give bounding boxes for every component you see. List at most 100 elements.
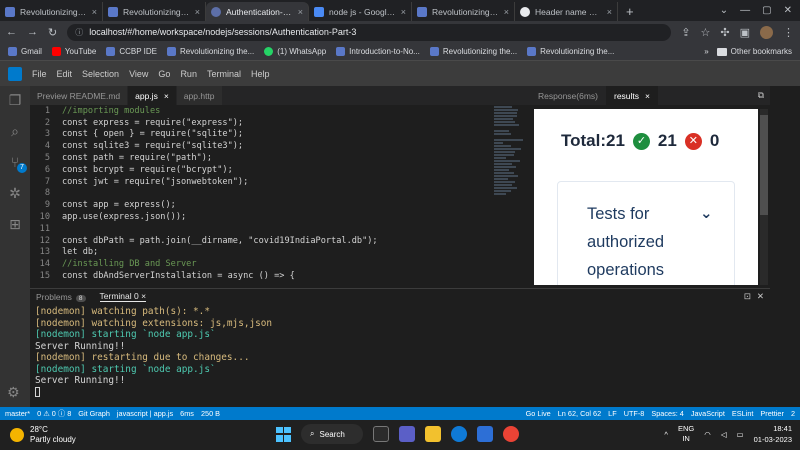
browser-tab[interactable]: Revolutionizing the × bbox=[0, 2, 103, 21]
status-item[interactable]: Ln 62, Col 62 bbox=[558, 409, 601, 418]
bookmark-item[interactable]: YouTube bbox=[51, 47, 96, 56]
chevron-down-icon[interactable]: ⌄ bbox=[700, 204, 713, 222]
bookmark-item[interactable]: Revolutionizing the... bbox=[429, 47, 517, 56]
other-bookmarks[interactable]: Other bookmarks bbox=[716, 47, 792, 56]
task-view-icon[interactable] bbox=[373, 426, 389, 442]
forward-icon[interactable]: → bbox=[27, 26, 38, 38]
taskbar-search[interactable]: ⌕ Search bbox=[301, 424, 363, 444]
bookmark-item[interactable]: (1) WhatsApp bbox=[264, 47, 326, 56]
explorer-icon[interactable]: ❐ bbox=[7, 92, 23, 108]
close-tab-icon[interactable]: × bbox=[92, 7, 97, 17]
maximize-icon[interactable]: ▢ bbox=[762, 5, 771, 16]
minimap[interactable] bbox=[490, 105, 530, 285]
menu-item[interactable]: Selection bbox=[82, 69, 119, 79]
browser-tab[interactable]: Revolutionizing the × bbox=[412, 2, 515, 21]
windows-start-icon[interactable] bbox=[276, 426, 291, 442]
terminal-prompt[interactable] bbox=[35, 386, 770, 399]
tab-search-icon[interactable]: ⌄ bbox=[720, 5, 728, 16]
address-bar[interactable]: ⓘ localhost/#/home/workspace/nodejs/sess… bbox=[67, 23, 672, 41]
status-item[interactable]: Spaces: 4 bbox=[651, 409, 683, 418]
status-item[interactable]: javascript | app.js bbox=[117, 409, 173, 418]
bookmark-item[interactable]: Revolutionizing the... bbox=[527, 47, 614, 56]
close-panel-icon[interactable]: ✕ bbox=[757, 291, 764, 302]
close-tab-icon[interactable]: × bbox=[504, 7, 509, 17]
language-indicator[interactable]: ENG IN bbox=[678, 424, 694, 444]
minimize-icon[interactable]: — bbox=[740, 5, 750, 16]
weather-widget[interactable]: 28°C Partly cloudy bbox=[0, 425, 200, 445]
clock[interactable]: 18:41 01-03-2023 bbox=[754, 423, 792, 445]
bookmark-item[interactable]: Revolutionizing the... bbox=[166, 47, 254, 56]
close-terminal-icon[interactable]: × bbox=[141, 291, 146, 301]
menu-item[interactable]: Terminal bbox=[207, 69, 241, 79]
chrome-icon[interactable] bbox=[503, 426, 519, 442]
status-item[interactable]: 250 B bbox=[201, 409, 220, 418]
share-icon[interactable]: ⇪ bbox=[681, 26, 690, 39]
close-tab-icon[interactable]: × bbox=[607, 7, 612, 17]
status-item[interactable]: ESLint bbox=[732, 409, 754, 418]
status-item[interactable]: 6ms bbox=[180, 409, 194, 418]
close-tab-icon[interactable]: × bbox=[164, 91, 169, 101]
tab-terminal[interactable]: Terminal 0 × bbox=[99, 291, 147, 302]
status-item[interactable]: Go Live bbox=[526, 409, 551, 418]
menu-item[interactable]: Run bbox=[180, 69, 197, 79]
preview-scrollbar[interactable] bbox=[760, 109, 768, 285]
volume-icon[interactable]: ◁ bbox=[721, 430, 727, 439]
preview-tab[interactable]: Response(6ms) bbox=[530, 86, 606, 105]
bookmark-item[interactable]: Introduction-to-No... bbox=[336, 47, 420, 56]
status-item[interactable]: LF bbox=[608, 409, 617, 418]
status-item[interactable]: master* bbox=[5, 409, 30, 418]
status-item[interactable]: UTF-8 bbox=[624, 409, 645, 418]
settings-gear-icon[interactable]: ⚙ bbox=[7, 384, 20, 401]
sidebar-icon[interactable]: ▣ bbox=[740, 26, 750, 39]
file-explorer-icon[interactable] bbox=[425, 426, 441, 442]
browser-tab[interactable]: Revolutionizing the × bbox=[103, 2, 206, 21]
menu-item[interactable]: Edit bbox=[57, 69, 73, 79]
split-editor-icon[interactable]: ⧉ bbox=[758, 86, 770, 105]
close-tab-icon[interactable]: × bbox=[298, 7, 303, 17]
tray-expand-icon[interactable]: ^ bbox=[664, 430, 668, 439]
scroll-thumb[interactable] bbox=[760, 115, 768, 215]
extensions-icon[interactable]: ⊞ bbox=[7, 216, 23, 232]
menu-item[interactable]: Go bbox=[158, 69, 170, 79]
search-icon[interactable]: ⌕ bbox=[7, 123, 23, 139]
tab-problems[interactable]: Problems 8 bbox=[36, 292, 86, 302]
info-icon[interactable]: ⓘ bbox=[75, 27, 83, 38]
menu-item[interactable]: View bbox=[129, 69, 148, 79]
browser-tab[interactable]: node js - Google D × bbox=[309, 2, 412, 21]
bookmark-star-icon[interactable]: ☆ bbox=[701, 26, 711, 39]
reload-icon[interactable]: ↻ bbox=[48, 26, 57, 39]
editor-tab[interactable]: app.http bbox=[176, 86, 223, 105]
bookmark-item[interactable]: Gmail bbox=[8, 47, 42, 56]
menu-item[interactable]: Help bbox=[251, 69, 270, 79]
teams-chat-icon[interactable] bbox=[399, 426, 415, 442]
bookmark-item[interactable]: CCBP IDE bbox=[106, 47, 157, 56]
new-tab-button[interactable]: + bbox=[618, 2, 642, 21]
debug-icon[interactable]: ✲ bbox=[7, 185, 23, 201]
wifi-icon[interactable]: ◠ bbox=[704, 430, 711, 439]
edge-icon[interactable] bbox=[451, 426, 467, 442]
bookmarks-more-icon[interactable]: » bbox=[704, 47, 708, 56]
menu-icon[interactable]: ⋮ bbox=[783, 26, 794, 39]
close-window-icon[interactable]: ✕ bbox=[784, 5, 792, 16]
status-item[interactable]: Prettier bbox=[760, 409, 784, 418]
status-item[interactable]: 2 bbox=[791, 409, 795, 418]
maximize-panel-icon[interactable]: ⊡ bbox=[744, 291, 751, 302]
extensions-icon[interactable]: ✣ bbox=[720, 26, 729, 39]
browser-tab[interactable]: Header name must × bbox=[515, 2, 618, 21]
profile-avatar[interactable] bbox=[760, 25, 773, 39]
editor-tab[interactable]: Preview README.md bbox=[30, 86, 129, 105]
menu-item[interactable]: File bbox=[32, 69, 47, 79]
status-item[interactable]: JavaScript bbox=[691, 409, 725, 418]
editor-tab[interactable]: app.js × bbox=[128, 86, 177, 105]
source-control-icon[interactable]: ⑂ 7 bbox=[7, 154, 27, 173]
status-item[interactable]: 0 ⚠ 0 ⓘ 8 bbox=[37, 409, 71, 419]
store-icon[interactable] bbox=[477, 426, 493, 442]
close-tab-icon[interactable]: × bbox=[195, 7, 200, 17]
back-icon[interactable]: ← bbox=[6, 26, 17, 38]
test-category-card[interactable]: Tests for authorized operations ⌄ bbox=[557, 181, 735, 285]
preview-tab[interactable]: results × bbox=[606, 86, 659, 105]
status-item[interactable]: Git Graph bbox=[78, 409, 110, 418]
terminal-output[interactable]: [nodemon] watching path(s): *.* [nodemon]… bbox=[30, 306, 770, 407]
close-tab-icon[interactable]: × bbox=[401, 7, 406, 17]
close-tab-icon[interactable]: × bbox=[645, 91, 650, 101]
